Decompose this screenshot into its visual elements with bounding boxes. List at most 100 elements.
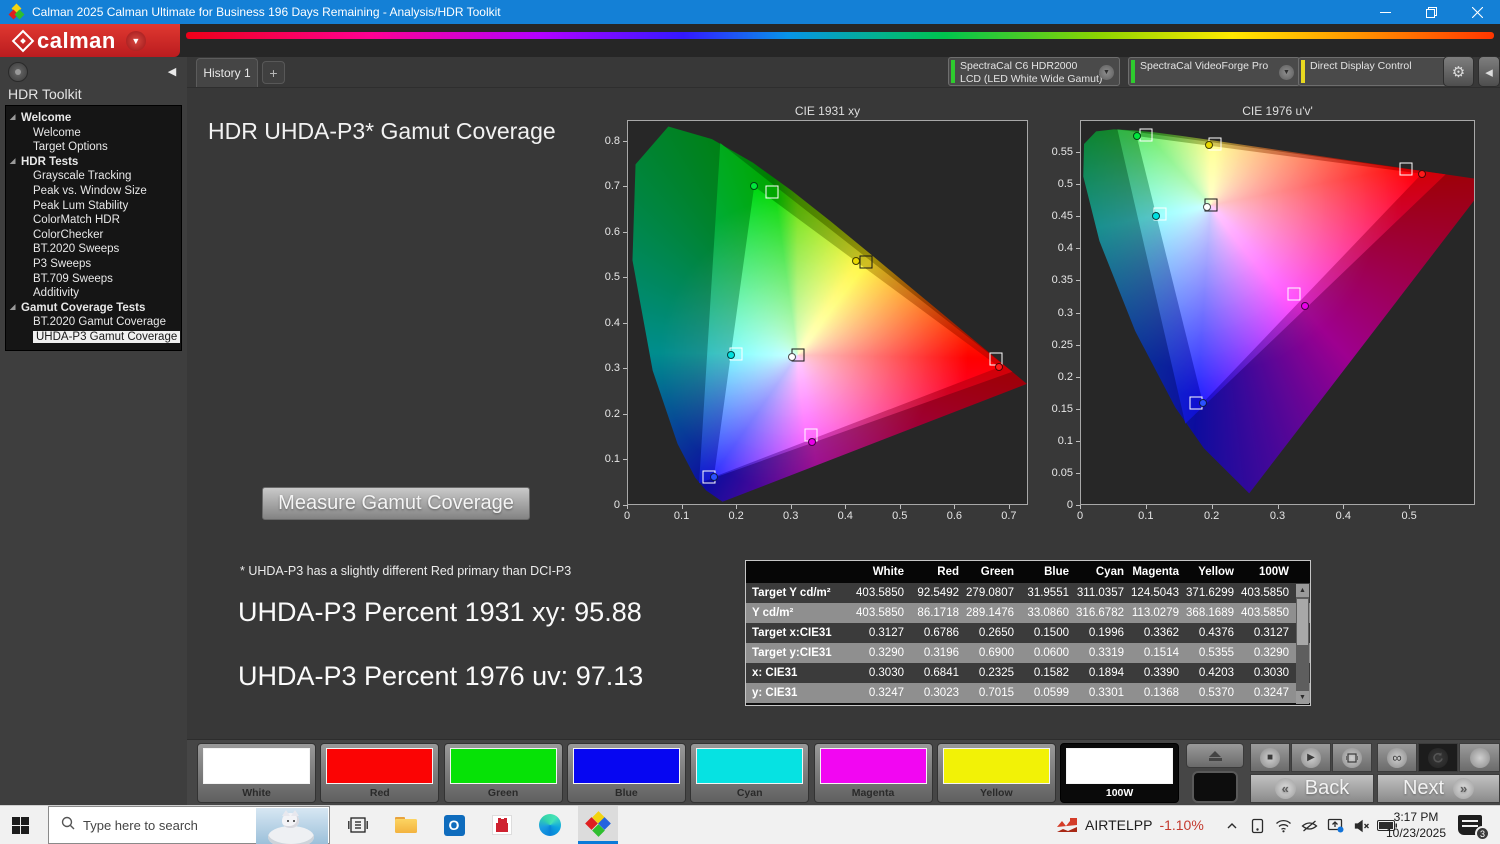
chevron-down-icon[interactable]: ▼ bbox=[1099, 65, 1114, 80]
play-button[interactable]: ▶ bbox=[1291, 743, 1331, 772]
search-highlight-image[interactable] bbox=[256, 808, 328, 844]
x-tick-label: 0.5 bbox=[1402, 510, 1417, 522]
calman-app-icon bbox=[10, 5, 24, 19]
meter-status-bar bbox=[1301, 60, 1305, 83]
spectrum-strip bbox=[186, 32, 1494, 39]
y-tick-label: 0 bbox=[1067, 499, 1073, 511]
stock-ticker-widget[interactable]: AIRTELPP -1.10% bbox=[1056, 806, 1204, 844]
close-button[interactable] bbox=[1454, 0, 1500, 24]
sidebar-item-bt-709-sweeps[interactable]: BT.709 Sweeps bbox=[6, 272, 181, 287]
task-view-icon[interactable] bbox=[338, 806, 378, 844]
pattern-bar: White Red Green Blue CyanMagenta Yellow 100W ■… bbox=[187, 739, 1500, 805]
brand-row: calman ▼ bbox=[0, 24, 1500, 57]
y-tick bbox=[1076, 409, 1080, 410]
x-tick bbox=[1146, 505, 1147, 509]
calman-taskbar-icon[interactable] bbox=[578, 806, 618, 844]
continuous-measure-button[interactable]: ∞ bbox=[1377, 743, 1417, 772]
logo-menu-button[interactable]: ▼ bbox=[126, 31, 146, 51]
panel-collapse-button[interactable]: ◂ bbox=[1478, 56, 1500, 87]
add-tab-button[interactable]: + bbox=[262, 61, 285, 84]
taskbar-search[interactable]: Type here to search bbox=[48, 806, 330, 844]
edge-browser-icon[interactable] bbox=[530, 806, 570, 844]
sidebar-item-p3-sweeps[interactable]: P3 Sweeps bbox=[6, 257, 181, 272]
table-cell: 289.1476 bbox=[966, 607, 1021, 619]
tray-device-icon[interactable] bbox=[1248, 816, 1267, 835]
back-button[interactable]: «Back bbox=[1250, 774, 1374, 803]
sidebar-item-colormatch-hdr[interactable]: ColorMatch HDR bbox=[6, 213, 181, 228]
outlook-icon[interactable]: O bbox=[434, 806, 474, 844]
speaker-muted-icon[interactable] bbox=[1352, 816, 1371, 835]
screen-share-icon[interactable] bbox=[1326, 816, 1345, 835]
notification-center-icon[interactable]: 3 bbox=[1458, 815, 1482, 835]
device-meter-2[interactable]: SpectraCal VideoForge Pro▼ bbox=[1128, 57, 1300, 86]
tray-chevron-icon[interactable] bbox=[1222, 816, 1241, 835]
pattern-swatch-magenta[interactable]: Magenta bbox=[814, 743, 933, 803]
y-tick-label: 0.2 bbox=[605, 408, 620, 420]
pattern-window-button[interactable] bbox=[1332, 743, 1372, 772]
pattern-window-eject-button[interactable] bbox=[1186, 743, 1244, 768]
sidebar-item-welcome[interactable]: ◢Welcome bbox=[6, 111, 181, 126]
table-cell: 124.5043 bbox=[1131, 587, 1186, 599]
settings-gear-button[interactable]: ⚙ bbox=[1443, 56, 1474, 87]
expander-icon[interactable]: ◢ bbox=[10, 111, 15, 126]
minimize-button[interactable] bbox=[1362, 0, 1408, 24]
uhda-p3-footnote: * UHDA-P3 has a slightly different Red p… bbox=[240, 564, 571, 578]
taskbar-clock[interactable]: 3:17 PM 10/23/2025 bbox=[1383, 809, 1449, 841]
pattern-swatch-green[interactable]: Green bbox=[444, 743, 563, 803]
sidebar-item-additivity[interactable]: Additivity bbox=[6, 286, 181, 301]
percent-1976-value: 97.13 bbox=[576, 661, 644, 691]
next-button[interactable]: Next» bbox=[1377, 774, 1500, 803]
window-title: Calman 2025 Calman Ultimate for Business… bbox=[32, 5, 501, 19]
blank-round-button[interactable] bbox=[1459, 743, 1500, 772]
table-cell: 0.6841 bbox=[911, 667, 966, 679]
sidebar-item-uhda-p3-gamut-coverage[interactable]: UHDA-P3 Gamut Coverage bbox=[6, 330, 181, 345]
stop-button[interactable]: ■ bbox=[1250, 743, 1290, 772]
swatch-label: Blue bbox=[568, 787, 685, 799]
table-row-label: y: CIE31 bbox=[746, 687, 856, 699]
pattern-swatch-white[interactable]: White bbox=[197, 743, 316, 803]
sidebar-item-peak-lum-stability[interactable]: Peak Lum Stability bbox=[6, 199, 181, 214]
table-scroll-thumb[interactable] bbox=[1297, 599, 1308, 645]
pattern-swatch-red[interactable]: Red bbox=[320, 743, 439, 803]
pattern-swatch-cyan[interactable]: Cyan bbox=[690, 743, 809, 803]
sidebar-item-welcome[interactable]: Welcome bbox=[6, 126, 181, 141]
expander-icon[interactable]: ◢ bbox=[10, 155, 15, 170]
sidebar-collapse-icon[interactable]: ◀ bbox=[163, 62, 181, 80]
table-cell: 0.3023 bbox=[911, 687, 966, 699]
sidebar-item-gamut-coverage-tests[interactable]: ◢Gamut Coverage Tests bbox=[6, 301, 181, 316]
expander-icon[interactable]: ◢ bbox=[10, 301, 15, 316]
start-button[interactable] bbox=[12, 817, 29, 834]
sidebar-item-bt-2020-gamut-coverage[interactable]: BT.2020 Gamut Coverage bbox=[6, 315, 181, 330]
sidebar-item-label: UHDA-P3 Gamut Coverage bbox=[33, 331, 180, 343]
x-tick bbox=[1080, 505, 1081, 509]
table-scroll-down-button[interactable]: ▼ bbox=[1296, 691, 1309, 704]
tab-history-1[interactable]: History 1 bbox=[196, 58, 258, 87]
pattern-swatch-blue[interactable]: Blue bbox=[567, 743, 686, 803]
chevron-down-icon[interactable]: ▼ bbox=[1279, 65, 1294, 80]
swatch-label: Red bbox=[321, 787, 438, 799]
table-header-cell: Magenta bbox=[1131, 566, 1186, 578]
pattern-swatch-100w[interactable]: 100W bbox=[1060, 743, 1179, 803]
eye-blocked-icon[interactable] bbox=[1300, 816, 1319, 835]
x-tick-label: 0.1 bbox=[1138, 510, 1153, 522]
sidebar-item-hdr-tests[interactable]: ◢HDR Tests bbox=[6, 155, 181, 170]
pattern-swatch-yellow[interactable]: Yellow bbox=[937, 743, 1056, 803]
y-tick-label: 0 bbox=[614, 499, 620, 511]
device-meter-1[interactable]: SpectraCal C6 HDR2000LCD (LED White Wide… bbox=[948, 57, 1120, 86]
table-scroll-up-button[interactable]: ▲ bbox=[1296, 584, 1309, 597]
refresh-button[interactable] bbox=[1418, 743, 1458, 772]
sidebar-item-bt-2020-sweeps[interactable]: BT.2020 Sweeps bbox=[6, 242, 181, 257]
file-explorer-icon[interactable] bbox=[386, 806, 426, 844]
swatch-label: Yellow bbox=[938, 787, 1055, 799]
measure-gamut-coverage-button[interactable]: Measure Gamut Coverage bbox=[262, 487, 530, 520]
sidebar-item-grayscale-tracking[interactable]: Grayscale Tracking bbox=[6, 169, 181, 184]
workflow-home-button[interactable] bbox=[8, 62, 28, 82]
sidebar-item-target-options[interactable]: Target Options bbox=[6, 140, 181, 155]
sidebar-item-peak-vs-window-size[interactable]: Peak vs. Window Size bbox=[6, 184, 181, 199]
wifi-icon[interactable] bbox=[1274, 816, 1293, 835]
sidebar-item-colorchecker[interactable]: ColorChecker bbox=[6, 228, 181, 243]
gift-app-icon[interactable] bbox=[482, 806, 522, 844]
y-tick bbox=[623, 186, 627, 187]
restore-button[interactable] bbox=[1408, 0, 1454, 24]
table-scrollbar[interactable]: ▲ ▼ bbox=[1296, 584, 1309, 704]
